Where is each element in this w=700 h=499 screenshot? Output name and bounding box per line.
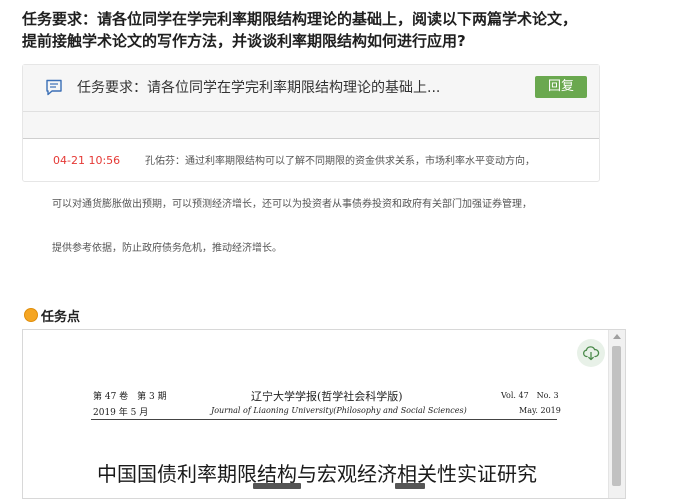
scroll-up-arrow-icon[interactable] [613, 334, 621, 339]
discussion-header: 任务要求：请各位同学在学完利率期限结构理论的基础上... 回复 [23, 65, 599, 112]
discussion-card: 任务要求：请各位同学在学完利率期限结构理论的基础上... 回复 04-21 10… [22, 64, 600, 182]
reply-text-line3: 提供参考依据，防止政府债务危机，推动经济增长。 [52, 243, 282, 254]
chat-icon [45, 79, 65, 97]
task-title-line1: 任务要求：请各位同学在学完利率期限结构理论的基础上，阅读以下两篇学术论文， [22, 10, 578, 28]
reply-button[interactable]: 回复 [535, 76, 587, 98]
document-scrollbar[interactable] [608, 330, 625, 498]
reply-text-line2: 可以对通货膨胀做出预期，可以预测经济增长，还可以为投资者从事债券投资和政府有关部… [52, 199, 532, 210]
task-point-label: 任务点 [41, 309, 81, 325]
task-point-heading: 任务点 [24, 306, 81, 325]
cloud-download-button[interactable] [577, 339, 605, 367]
discussion-title[interactable]: 任务要求：请各位同学在学完利率期限结构理论的基础上... [77, 78, 440, 98]
doc-volume-en: Vol. 47 No. 3 [501, 391, 559, 400]
doc-journal-cn: 辽宁大学学报(哲学社会科学版) [251, 390, 403, 403]
reply-timestamp: 04-21 10:56 [53, 154, 121, 167]
doc-author-stub [253, 483, 301, 489]
doc-journal-en: Journal of Liaoning University(Philosoph… [211, 406, 467, 415]
task-requirement-heading: 任务要求：请各位同学在学完利率期限结构理论的基础上，阅读以下两篇学术论文， 提前… [22, 8, 672, 52]
task-point-dot-icon [24, 308, 38, 322]
scrollbar-thumb[interactable] [612, 346, 621, 486]
doc-header-rule [91, 419, 557, 420]
doc-date-cn: 2019 年 5 月 [93, 408, 149, 418]
discussion-divider [23, 112, 599, 139]
document-viewer[interactable]: 第 47 卷 第 3 期 2019 年 5 月 辽宁大学学报(哲学社会科学版) … [22, 329, 626, 499]
reply-text-line1: 孔佑芬：通过利率期限结构可以了解不同期限的资金供求关系，市场利率水平变动方向， [145, 156, 535, 167]
doc-date-en: May. 2019 [519, 406, 561, 415]
task-title-line2: 提前接触学术论文的写作方法，并谈谈利率期限结构如何进行应用? [22, 32, 466, 50]
document-page: 第 47 卷 第 3 期 2019 年 5 月 辽宁大学学报(哲学社会科学版) … [23, 330, 609, 498]
doc-volume-cn: 第 47 卷 第 3 期 [93, 392, 167, 402]
cloud-download-icon [583, 346, 600, 361]
doc-author-stub [395, 483, 425, 489]
doc-paper-title: 中国国债利率期限结构与宏观经济相关性实证研究 [97, 462, 537, 486]
